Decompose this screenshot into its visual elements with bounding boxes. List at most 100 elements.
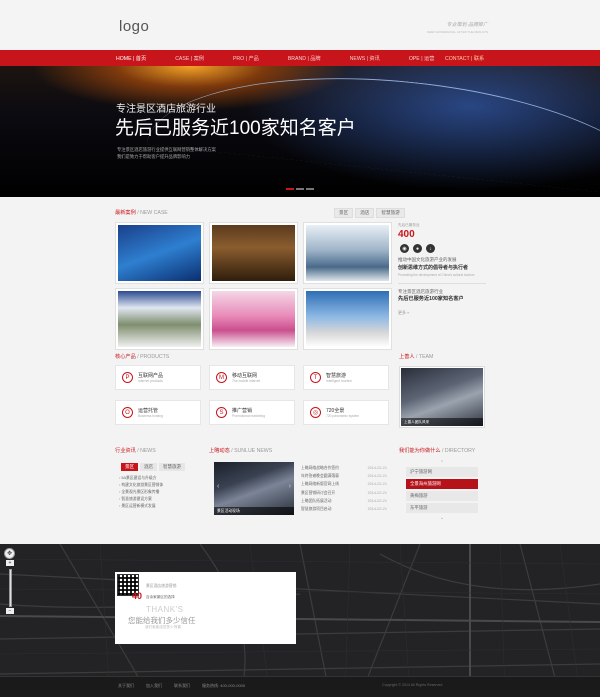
news-item[interactable]: 全景观光景区形象传播 xyxy=(119,489,163,496)
case-thumbnail[interactable] xyxy=(115,288,204,350)
zoom-slider[interactable] xyxy=(8,569,12,607)
case-tab[interactable]: 智慧旅游 xyxy=(376,208,405,218)
case-side-line: 推动中国文化旅游产业的发展 xyxy=(398,257,457,262)
products-section-title: 核心产品 / PRODUCTS xyxy=(115,353,169,360)
case-side-panel: 先后已服务近 400 ◉ ● ↓ 推动中国文化旅游产业的发展 创新思维方式的倡导… xyxy=(398,223,486,338)
case-tab[interactable]: 景区 xyxy=(334,208,354,218)
sunlue-news-item[interactable]: 景区营销研讨会召开 2014-02-21 xyxy=(301,489,387,497)
news-tab[interactable]: 景区 xyxy=(121,463,138,471)
contact-count: 40 xyxy=(132,591,143,601)
news-title: 上略团队拓展活动 xyxy=(301,498,332,503)
chevron-down-icon[interactable]: ⌄ xyxy=(406,515,478,522)
internet-product-icon: P xyxy=(122,372,133,383)
slider-dot[interactable] xyxy=(286,188,294,190)
news-item[interactable]: 智慧旅游建设方案 xyxy=(119,496,163,503)
team-section-title: 上善人 / TEAM xyxy=(399,353,433,360)
product-card[interactable]: S 推广营销 Promotional marketing xyxy=(209,400,295,425)
case-image xyxy=(118,291,201,347)
map-pan-icon[interactable]: ✥ xyxy=(4,548,15,559)
hosting-icon: O xyxy=(122,407,133,418)
news-item[interactable]: 构建文化旅游景区营销体 xyxy=(119,482,163,489)
directory-item[interactable]: 东平旅游 xyxy=(406,503,478,513)
zoom-in-button[interactable]: + xyxy=(6,560,14,566)
news-title: 年终答谢晚会圆满落幕 xyxy=(301,474,339,479)
nav-ope[interactable]: OPE | 运营 xyxy=(409,55,435,62)
nav-contact[interactable]: CONTACT | 联系 xyxy=(445,55,484,62)
case-side-line: 先后已服务近100家知名客户 xyxy=(398,296,464,302)
directory-item[interactable]: 全景海州旅游网 xyxy=(406,479,478,489)
directory-item[interactable]: 黄梅旅游 xyxy=(406,491,478,501)
map-area[interactable] xyxy=(0,544,600,697)
news-tab[interactable]: 酒店 xyxy=(140,463,157,471)
sunlue-news-item[interactable]: 上略网络新版官网上线 2014-02-21 xyxy=(301,480,387,488)
case-more-link[interactable]: 更多 » xyxy=(398,310,486,316)
news-tab[interactable]: 智慧旅游 xyxy=(159,463,185,471)
camera-icon[interactable]: ◉ xyxy=(400,244,409,253)
zoom-out-button[interactable]: − xyxy=(6,608,14,614)
news-item[interactable]: 5A景区建设与升级方 xyxy=(119,475,163,482)
news-tabs: 景区 酒店 智慧旅游 xyxy=(121,463,185,471)
team-title-en: / TEAM xyxy=(416,354,434,360)
footer-link[interactable]: 加入我们 xyxy=(146,683,162,689)
footer-link[interactable]: 联系我们 xyxy=(174,683,190,689)
marketing-icon: S xyxy=(216,407,227,418)
case-tab[interactable]: 酒店 xyxy=(355,208,375,218)
case-thumbnail[interactable] xyxy=(209,288,298,350)
nav-pro[interactable]: PRO | 产品 xyxy=(233,55,259,62)
case-image xyxy=(212,225,295,281)
product-name: 互联网产品 xyxy=(138,373,164,379)
case-thumbnail[interactable] xyxy=(303,222,392,284)
case-thumbnail[interactable] xyxy=(303,288,392,350)
case-thumbnail[interactable] xyxy=(209,222,298,284)
sunlue-news-item[interactable]: 上略团队拓展活动 2014-02-21 xyxy=(301,497,387,505)
map-roads xyxy=(0,544,600,697)
news-title: 智慧旅游项目启动 xyxy=(301,507,332,512)
chevron-left-icon[interactable]: ‹ xyxy=(217,483,219,490)
nav-news[interactable]: NEWS | 资讯 xyxy=(350,55,380,62)
directory-item[interactable]: 沪宁旅游网 xyxy=(406,467,478,477)
case-tabs: 景区 酒店 智慧旅游 xyxy=(334,208,405,218)
product-card[interactable]: T 智慧旅游 Intelligent tourism xyxy=(303,365,389,390)
product-name: 运营托管 xyxy=(138,408,159,414)
products-title-en: / PRODUCTS xyxy=(137,354,170,360)
news-photo[interactable]: ‹ › 景区活动现场 xyxy=(214,462,294,515)
team-image: 上善人团队风采 xyxy=(401,368,483,426)
nav-brand[interactable]: BRAND | 品牌 xyxy=(288,55,321,62)
directory-title-en: / DIRECTORY xyxy=(441,448,476,454)
team-photo[interactable]: 上善人团队风采 xyxy=(399,366,485,428)
product-card[interactable]: O 运营托管 Business hosting xyxy=(115,400,201,425)
sunlue-news-item[interactable]: 智慧旅游项目启动 2014-02-21 xyxy=(301,505,387,513)
case-thumbnail[interactable] xyxy=(115,222,204,284)
product-name: 720全景 xyxy=(326,408,345,414)
slider-dot[interactable] xyxy=(296,188,304,190)
product-card[interactable]: M 移动互联网 The mobile internet xyxy=(209,365,295,390)
slider-dot[interactable] xyxy=(306,188,314,190)
product-card[interactable]: ◎ 720全景 720 panoramic system xyxy=(303,400,389,425)
sunlue-news-item[interactable]: 上略网络战略合作签约 2014-02-21 xyxy=(301,464,387,472)
banner-headline: 先后已服务近100家知名客户 xyxy=(115,118,356,139)
case-side-count: 400 xyxy=(398,229,415,240)
footer-link[interactable]: 关于我们 xyxy=(118,683,134,689)
slogan-cn: 专业策划 品牌推广 xyxy=(446,22,488,28)
news-date: 2014-02-21 xyxy=(367,490,387,495)
chat-icon[interactable]: ● xyxy=(413,244,422,253)
footer-link[interactable]: 服务热线: 400-000-0000 xyxy=(202,683,245,689)
chevron-right-icon[interactable]: › xyxy=(289,483,291,490)
sunlue-news-title-cn: 上略动态 xyxy=(209,448,230,454)
tourism-icon: T xyxy=(310,372,321,383)
nav-home[interactable]: HOME | 首页 xyxy=(116,55,146,62)
product-en: Promotional marketing xyxy=(232,414,265,418)
slider-dots xyxy=(286,188,314,190)
product-card[interactable]: P 互联网产品 Internet products xyxy=(115,365,201,390)
case-side-line: Promoting the development of China's cul… xyxy=(398,273,475,277)
news-item[interactable]: 景区运营新模式发展 xyxy=(119,503,163,510)
contact-thanks: THANK'S xyxy=(146,605,184,614)
download-icon[interactable]: ↓ xyxy=(426,244,435,253)
sunlue-news-item[interactable]: 年终答谢晚会圆满落幕 2014-02-21 xyxy=(301,472,387,480)
sunlue-news-title-en: / SUNLUE NEWS xyxy=(231,448,273,454)
nav-case[interactable]: CASE | 案例 xyxy=(175,55,204,62)
banner-desc-line: 我们是致力于帮助客户提升品牌影响力 xyxy=(117,154,191,159)
chevron-up-icon[interactable]: ⌃ xyxy=(406,460,478,467)
logo[interactable]: logo xyxy=(119,18,149,35)
footer xyxy=(0,676,600,697)
